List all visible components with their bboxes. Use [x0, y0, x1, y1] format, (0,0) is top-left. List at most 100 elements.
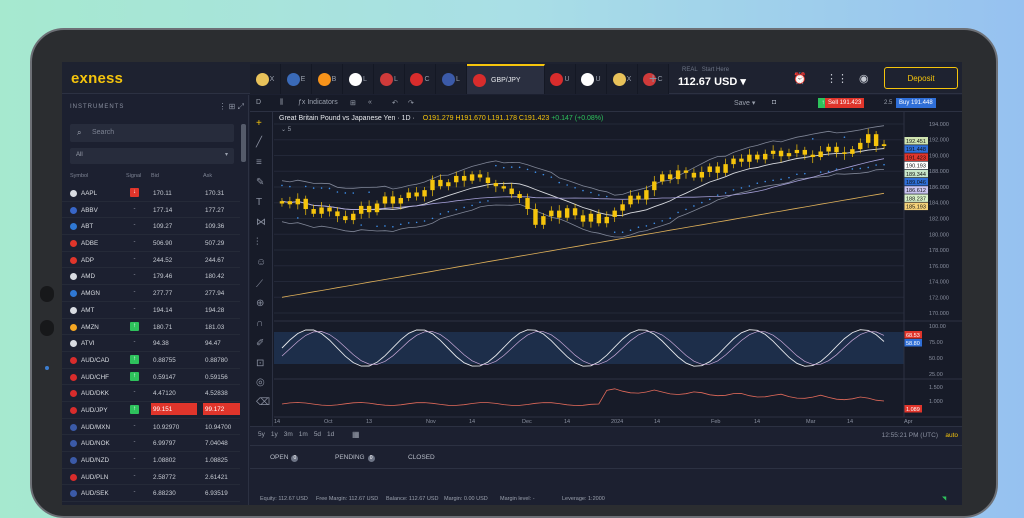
ask-price[interactable]: 170.31 — [203, 190, 240, 197]
tab-active-gbpjpy[interactable]: GBP/JPY — [467, 64, 545, 94]
apps-grid-icon[interactable]: ⋮⋮ — [826, 72, 848, 85]
zoom-icon[interactable]: ⊕ — [256, 298, 264, 309]
camera-icon[interactable]: ◘ — [772, 99, 776, 106]
bid-price[interactable]: 244.52 — [151, 257, 197, 264]
bid-price[interactable]: 177.14 — [151, 207, 197, 214]
tab-closed[interactable]: CLOSED — [408, 454, 435, 461]
instrument-row[interactable]: ATVI - 94.38 94.47 — [62, 335, 240, 352]
instrument-tab[interactable]: C — [405, 64, 436, 94]
magnet-icon[interactable]: ∩ — [256, 318, 263, 329]
chart-svg[interactable]: 194.000 192.000 190.000 188.000 186.000 184.0… — [274, 112, 962, 426]
panel-tools-icon[interactable]: ⋮ ⊞ ⤢ — [218, 102, 244, 112]
ask-price[interactable]: 277.94 — [203, 290, 240, 297]
bid-price[interactable]: 6.99797 — [151, 440, 197, 447]
indicators-button[interactable]: ƒx Indicators — [298, 99, 338, 106]
tab-pending[interactable]: PENDING 0 — [335, 454, 375, 462]
bid-price[interactable]: 10.92970 — [151, 424, 197, 431]
buy-button[interactable]: Buy 191.448 — [896, 98, 936, 108]
ask-price[interactable]: 181.03 — [203, 324, 240, 331]
search-input[interactable]: ⌕ Search — [70, 124, 234, 142]
instrument-row[interactable]: AUD/JPY ↑ 99.151 99.172 — [62, 402, 240, 419]
instrument-row[interactable]: AUD/MXN - 10.92970 10.94700 — [62, 419, 240, 436]
layout-icon[interactable]: ⊞ — [350, 99, 356, 107]
instrument-row[interactable]: AUD/PLN - 2.58772 2.61421 — [62, 469, 240, 486]
account-selector[interactable]: REAL Start Here 112.67 USD ▾ — [678, 67, 746, 88]
ask-price[interactable]: 507.29 — [203, 240, 240, 247]
alarm-icon[interactable]: ⏰ — [793, 72, 807, 85]
tab-open[interactable]: OPEN 0 — [270, 454, 299, 462]
instrument-row[interactable]: AUD/NZD - 1.08802 1.08825 — [62, 452, 240, 469]
horizontal-lines-icon[interactable]: ≡ — [256, 157, 262, 168]
bid-price[interactable]: 1.08802 — [151, 457, 197, 464]
instrument-row[interactable]: AMT - 194.14 194.28 — [62, 302, 240, 319]
studies-toggle[interactable]: ⌄ 5 — [281, 126, 291, 133]
ask-price[interactable]: 4.52838 — [203, 390, 240, 397]
ask-price[interactable]: 10.94700 — [203, 424, 240, 431]
ask-price[interactable]: 94.47 — [203, 340, 240, 347]
ruler-icon[interactable]: ⟋ — [256, 279, 263, 290]
instrument-row[interactable]: ADP - 244.52 244.67 — [62, 252, 240, 269]
redo-icon[interactable]: ↷ — [408, 99, 414, 107]
instrument-row[interactable]: AAPL ↓ 170.11 170.31 — [62, 185, 240, 202]
time-range-option[interactable]: 1m — [299, 431, 308, 438]
instrument-tab[interactable]: L — [374, 64, 405, 94]
bid-price[interactable]: 0.59147 — [151, 374, 197, 381]
instrument-row[interactable]: AUD/DKK - 4.47120 4.52838 — [62, 385, 240, 402]
fib-icon[interactable]: ⫶ — [256, 237, 259, 248]
calendar-icon[interactable]: ▦ — [352, 430, 360, 439]
replay-icon[interactable]: « — [368, 99, 372, 106]
price-chart[interactable]: 194.000 192.000 190.000 188.000 186.000 184.0… — [274, 112, 962, 426]
lock-icon[interactable]: ⊡ — [256, 358, 264, 369]
crosshair-icon[interactable]: + — [256, 118, 262, 129]
instrument-tab[interactable]: X — [607, 64, 638, 94]
sell-button[interactable]: Sell 191.423 — [825, 98, 865, 108]
time-range-option[interactable]: 1d — [327, 431, 334, 438]
auto-scale-toggle[interactable]: auto — [945, 432, 958, 439]
compare-icon[interactable]: ⫼ — [280, 99, 283, 107]
ask-price[interactable]: 180.42 — [203, 273, 240, 280]
time-range-option[interactable]: 5y — [258, 431, 265, 438]
ask-price[interactable]: 1.08825 — [203, 457, 240, 464]
undo-icon[interactable]: ↶ — [392, 99, 398, 107]
instrument-row[interactable]: AUD/NOK - 6.99797 7.04048 — [62, 435, 240, 452]
instrument-row[interactable]: ADBE - 506.90 507.29 — [62, 235, 240, 252]
time-range-option[interactable]: 3m — [284, 431, 293, 438]
bid-price[interactable]: 4.47120 — [151, 390, 197, 397]
instrument-tab[interactable]: U — [545, 64, 576, 94]
instrument-row[interactable]: AUD/SEK - 6.88230 6.93519 — [62, 485, 240, 503]
ask-price[interactable]: 99.172 — [203, 402, 240, 415]
brush-icon[interactable]: ✎ — [256, 177, 264, 188]
instrument-row[interactable]: ABBV - 177.14 177.27 — [62, 202, 240, 219]
interval-selector[interactable]: D — [256, 99, 261, 106]
ask-price[interactable]: 244.67 — [203, 257, 240, 264]
ask-price[interactable]: 0.88780 — [203, 357, 240, 364]
bid-price[interactable]: 506.90 — [151, 240, 197, 247]
instrument-row[interactable]: AMGN - 277.77 277.94 — [62, 285, 240, 302]
scrollbar[interactable] — [241, 124, 246, 162]
pattern-icon[interactable]: ⋈ — [256, 217, 266, 228]
instrument-row[interactable]: AUD/CAD ↑ 0.88755 0.88780 — [62, 352, 240, 369]
bid-price[interactable]: 277.77 — [151, 290, 197, 297]
instrument-tab[interactable]: L — [343, 64, 374, 94]
instrument-tab[interactable]: X — [250, 64, 281, 94]
ask-price[interactable]: 6.93519 — [203, 490, 240, 497]
save-button[interactable]: Save ▾ — [734, 99, 755, 107]
bid-price[interactable]: 0.88755 — [151, 357, 197, 364]
bid-price[interactable]: 170.11 — [151, 190, 197, 197]
instrument-row[interactable]: AMZN ↑ 180.71 181.03 — [62, 319, 240, 336]
instrument-row[interactable]: AUD/CHF ↑ 0.59147 0.59156 — [62, 369, 240, 386]
bid-price[interactable]: 94.38 — [151, 340, 197, 347]
instrument-row[interactable]: ABT - 109.27 109.36 — [62, 218, 240, 236]
ask-price[interactable]: 2.61421 — [203, 474, 240, 481]
ask-price[interactable]: 0.59156 — [203, 374, 240, 381]
ask-price[interactable]: 109.36 — [203, 223, 240, 230]
eye-icon[interactable]: ◎ — [256, 377, 265, 388]
trendline-icon[interactable]: ╱ — [256, 137, 262, 148]
ask-price[interactable]: 7.04048 — [203, 440, 240, 447]
bid-price[interactable]: 6.88230 — [151, 490, 197, 497]
bid-price[interactable]: 179.46 — [151, 273, 197, 280]
instrument-row[interactable]: AMD - 179.46 180.42 — [62, 268, 240, 286]
bid-price[interactable]: 180.71 — [151, 324, 197, 331]
ask-price[interactable]: 194.28 — [203, 307, 240, 314]
bid-price[interactable]: 109.27 — [151, 223, 197, 230]
